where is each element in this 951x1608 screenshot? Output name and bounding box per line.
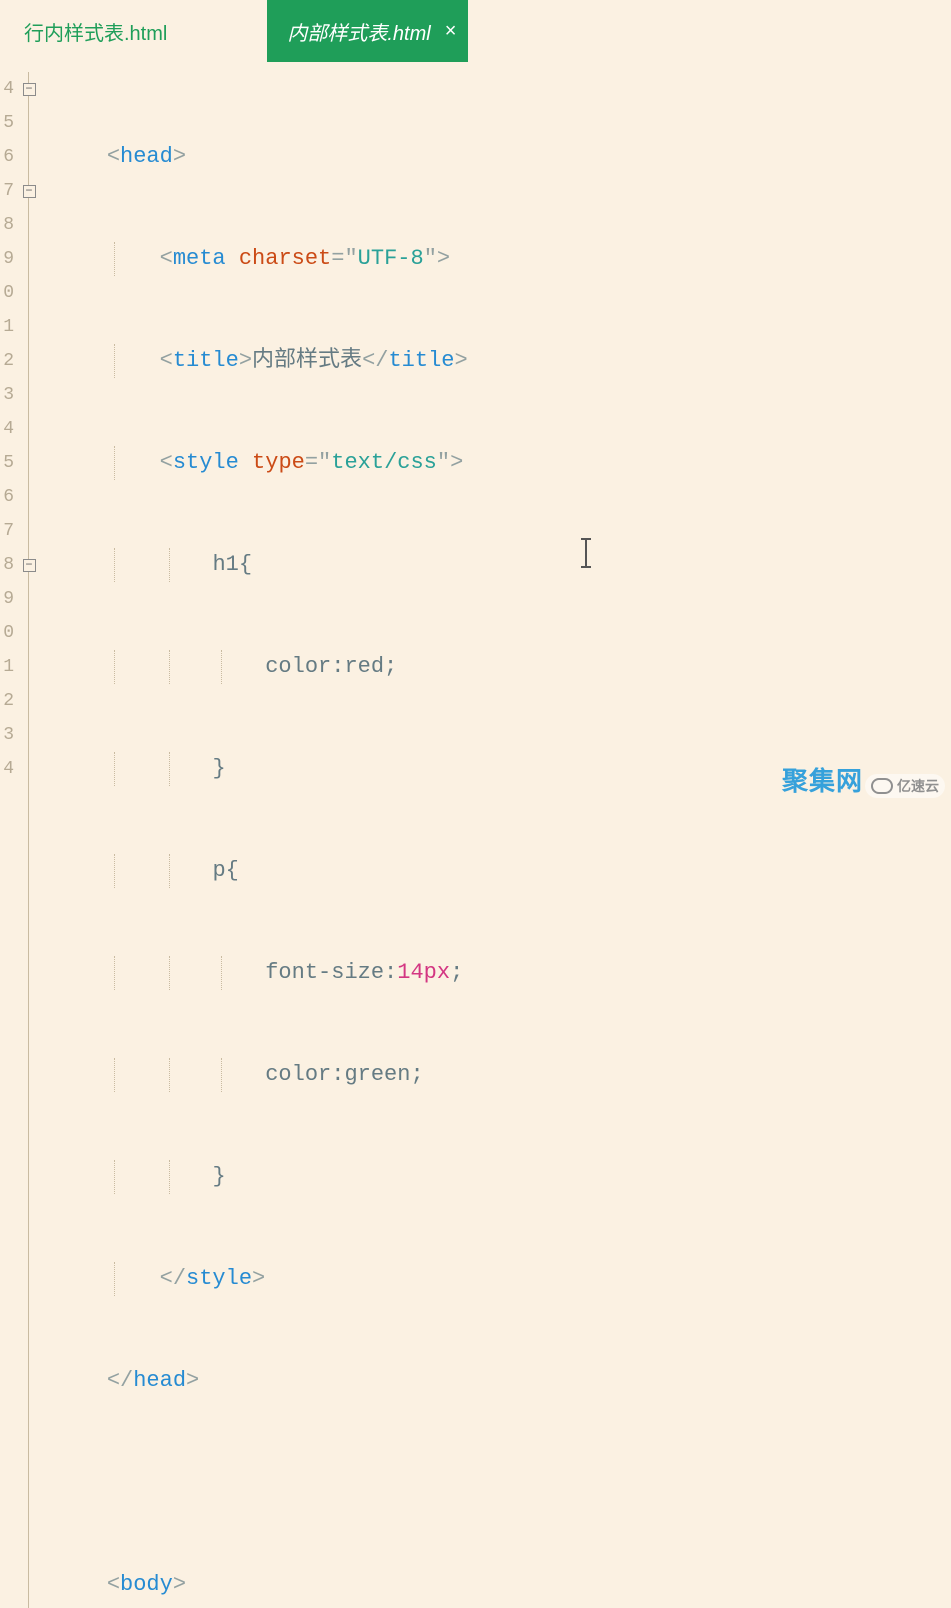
code-line: <head> [54, 140, 851, 174]
code-line: </style> [54, 1262, 851, 1296]
code-line: p{ [54, 854, 851, 888]
code-line: h1{ [54, 548, 851, 582]
code-line: color:green; [54, 1058, 851, 1092]
line-number: 4 [0, 412, 14, 446]
code-line: </head> [54, 1364, 851, 1398]
line-number: 1 [0, 650, 14, 684]
code-line: <style type="text/css"> [54, 446, 851, 480]
line-number: 2 [0, 684, 14, 718]
tab-internal-style[interactable]: 内部样式表.html × [267, 0, 468, 62]
tab-label: 行内样式表.html [24, 17, 167, 46]
editor: 4 5 6 7 8 9 0 1 2 3 4 5 6 7 8 9 0 1 2 3 … [0, 62, 951, 1608]
line-number: 1 [0, 310, 14, 344]
line-number: 4 [0, 752, 14, 786]
code-line [54, 1466, 851, 1500]
fold-gutter: − − − [14, 62, 44, 1608]
line-number: 3 [0, 718, 14, 752]
code-line: font-size:14px; [54, 956, 851, 990]
line-number: 8 [0, 548, 14, 582]
line-number: 9 [0, 582, 14, 616]
line-number: 4 [0, 72, 14, 106]
close-icon[interactable]: × [445, 20, 457, 43]
tab-bar: 行内样式表.html 内部样式表.html × [0, 0, 951, 62]
watermark-yisu: 亿速云 [865, 774, 945, 798]
text-cursor-icon [585, 540, 587, 566]
fold-toggle-icon[interactable]: − [23, 559, 36, 572]
line-number: 6 [0, 480, 14, 514]
line-number: 0 [0, 616, 14, 650]
code-line: <body> [54, 1568, 851, 1602]
fold-toggle-icon[interactable]: − [23, 83, 36, 96]
line-number-gutter: 4 5 6 7 8 9 0 1 2 3 4 5 6 7 8 9 0 1 2 3 … [0, 62, 14, 1608]
line-number: 7 [0, 174, 14, 208]
code-area[interactable]: <head> <meta charset="UTF-8"> <title>内部样… [44, 62, 851, 1608]
code-line: } [54, 1160, 851, 1194]
line-number: 2 [0, 344, 14, 378]
line-number: 7 [0, 514, 14, 548]
line-number: 8 [0, 208, 14, 242]
code-line: } [54, 752, 851, 786]
code-line: color:red; [54, 650, 851, 684]
line-number: 5 [0, 106, 14, 140]
line-number: 6 [0, 140, 14, 174]
line-number: 9 [0, 242, 14, 276]
line-number: 5 [0, 446, 14, 480]
watermark-jujiwang: 聚集网 [782, 761, 863, 798]
watermark-label: 亿速云 [897, 776, 939, 796]
cloud-icon [871, 778, 893, 794]
code-line: <meta charset="UTF-8"> [54, 242, 851, 276]
fold-toggle-icon[interactable]: − [23, 185, 36, 198]
code-line: <title>内部样式表</title> [54, 344, 851, 378]
tab-inline-style[interactable]: 行内样式表.html [4, 0, 187, 62]
line-number: 3 [0, 378, 14, 412]
tab-label: 内部样式表.html [287, 17, 430, 46]
line-number: 0 [0, 276, 14, 310]
